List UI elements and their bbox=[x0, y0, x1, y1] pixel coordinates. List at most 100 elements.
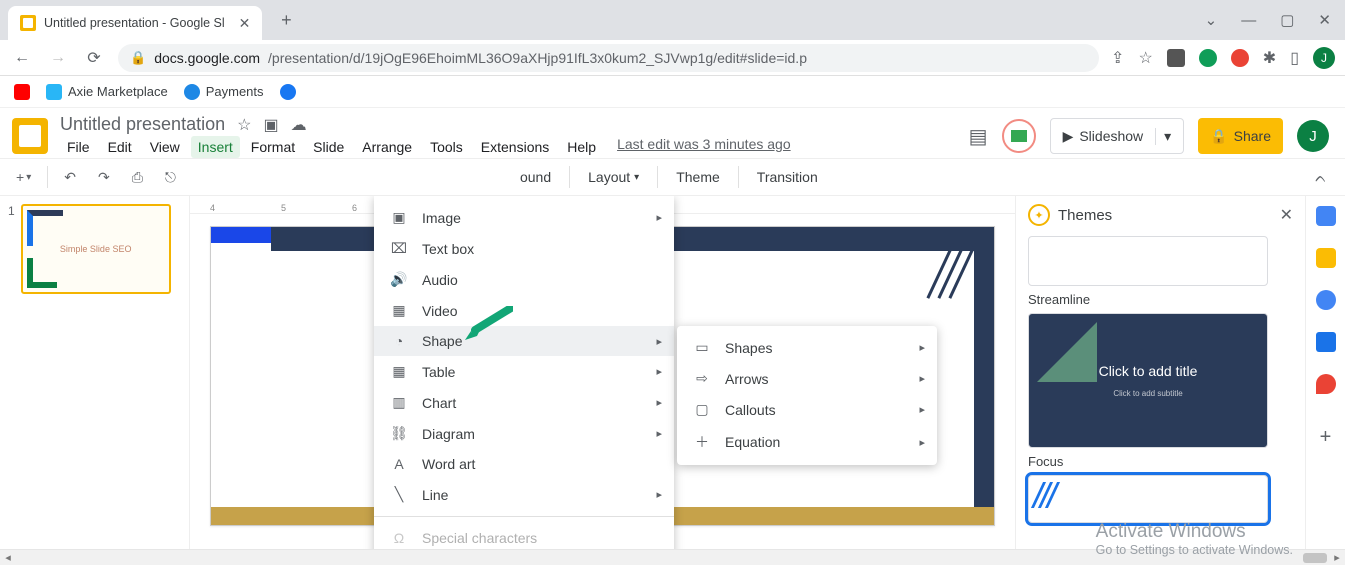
menu-tools[interactable]: Tools bbox=[423, 136, 470, 158]
close-tab-icon[interactable]: ✕ bbox=[239, 15, 251, 32]
slideshow-caret-icon[interactable]: ▾ bbox=[1155, 128, 1171, 145]
comments-icon[interactable]: ▤ bbox=[969, 124, 988, 149]
url-path: /presentation/d/19jOgE96EhoimML36O9aXHjp… bbox=[268, 50, 807, 66]
paint-format-button[interactable]: ⎋ bbox=[159, 165, 182, 190]
scroll-thumb[interactable] bbox=[1303, 553, 1327, 563]
shape-shapes[interactable]: ▭Shapes▸ bbox=[677, 332, 937, 363]
bookmark-payments-label: Payments bbox=[206, 84, 264, 99]
new-tab-button[interactable]: + bbox=[272, 6, 300, 34]
annotation-arrow-icon bbox=[463, 306, 513, 342]
lock-icon: 🔒 bbox=[130, 50, 146, 66]
slideshow-button[interactable]: ▶ Slideshow ▾ bbox=[1050, 118, 1185, 154]
cloud-icon[interactable]: ☁ bbox=[291, 115, 307, 135]
extension-green-icon[interactable] bbox=[1199, 49, 1217, 67]
undo-button[interactable]: ↶ bbox=[58, 165, 82, 190]
workspace: 1 Simple Slide SEO 4 5 6 7 8 9 ▣Image▸ ⌧… bbox=[0, 196, 1345, 549]
bookmark-axie[interactable]: Axie Marketplace bbox=[46, 84, 168, 100]
toolbar: +▾ ↶ ↷ ⎙ ⎋ ound Layout ▾ Theme Transitio… bbox=[0, 158, 1345, 196]
maximize-icon[interactable]: ▢ bbox=[1280, 11, 1294, 29]
menu-arrange[interactable]: Arrange bbox=[355, 136, 419, 158]
collapse-toolbar-icon[interactable]: ᨈ bbox=[1315, 169, 1327, 186]
add-on-plus-icon[interactable]: + bbox=[1320, 426, 1332, 449]
bookmark-star-icon[interactable]: ☆ bbox=[1138, 48, 1152, 68]
thumb-caption: Simple Slide SEO bbox=[60, 244, 132, 254]
address-bar[interactable]: 🔒 docs.google.com/presentation/d/19jOgE9… bbox=[118, 44, 1099, 72]
back-button[interactable]: ← bbox=[10, 46, 34, 70]
menu-view[interactable]: View bbox=[143, 136, 187, 158]
insert-diagram[interactable]: ⛓Diagram▸ bbox=[374, 418, 674, 449]
maps-icon[interactable] bbox=[1316, 374, 1336, 394]
slides-logo-icon[interactable] bbox=[12, 118, 48, 154]
theme-streamline[interactable]: Click to add title Click to add subtitle bbox=[1028, 313, 1268, 448]
slide-thumbnail-1[interactable]: Simple Slide SEO bbox=[21, 204, 171, 294]
move-icon[interactable]: ▣ bbox=[263, 115, 278, 135]
facebook-icon[interactable] bbox=[280, 84, 296, 100]
insert-line[interactable]: ╲Line▸ bbox=[374, 479, 674, 510]
scroll-right-icon[interactable]: ▸ bbox=[1329, 551, 1345, 564]
print-button[interactable]: ⎙ bbox=[126, 165, 149, 190]
window-chevron-icon[interactable]: ⌄ bbox=[1205, 11, 1218, 29]
thumb-number: 1 bbox=[8, 204, 15, 294]
menu-edit[interactable]: Edit bbox=[101, 136, 139, 158]
reload-button[interactable]: ⟳ bbox=[82, 46, 106, 70]
scroll-left-icon[interactable]: ◂ bbox=[0, 551, 16, 564]
menu-format[interactable]: Format bbox=[244, 136, 302, 158]
shape-arrows[interactable]: ⇨Arrows▸ bbox=[677, 363, 937, 394]
theme-button[interactable]: Theme bbox=[668, 165, 728, 189]
minimize-icon[interactable]: — bbox=[1241, 12, 1256, 29]
bookmark-payments[interactable]: Payments bbox=[184, 84, 264, 100]
menu-help[interactable]: Help bbox=[560, 136, 603, 158]
profile-avatar[interactable]: J bbox=[1297, 120, 1329, 152]
theme-name-streamline: Streamline bbox=[1028, 292, 1293, 307]
share-page-icon[interactable]: ⇪ bbox=[1111, 48, 1124, 68]
contacts-icon[interactable] bbox=[1316, 332, 1336, 352]
reading-list-icon[interactable]: ▯ bbox=[1290, 48, 1299, 68]
insert-wordart[interactable]: AWord art bbox=[374, 449, 674, 479]
axie-icon bbox=[46, 84, 62, 100]
keep-icon[interactable] bbox=[1316, 248, 1336, 268]
tasks-icon[interactable] bbox=[1316, 290, 1336, 310]
new-slide-button[interactable]: +▾ bbox=[10, 165, 37, 189]
layout-dropdown[interactable]: Layout ▾ bbox=[580, 165, 647, 189]
insert-video[interactable]: ▦Video bbox=[374, 295, 674, 326]
extensions-puzzle-icon[interactable]: ✱ bbox=[1263, 48, 1276, 68]
profile-avatar-small[interactable]: J bbox=[1313, 47, 1335, 69]
calendar-icon[interactable] bbox=[1316, 206, 1336, 226]
transition-button[interactable]: Transition bbox=[749, 165, 826, 189]
insert-textbox[interactable]: ⌧Text box bbox=[374, 233, 674, 264]
table-icon: ▦ bbox=[390, 363, 408, 380]
menu-extensions[interactable]: Extensions bbox=[474, 136, 556, 158]
shape-callouts[interactable]: ▢Callouts▸ bbox=[677, 394, 937, 425]
insert-audio[interactable]: 🔊Audio bbox=[374, 264, 674, 295]
close-panel-icon[interactable]: ✕ bbox=[1280, 205, 1293, 225]
theme-sub-text: Click to add subtitle bbox=[1113, 389, 1182, 398]
theme-focus[interactable] bbox=[1028, 475, 1268, 523]
extension-red-icon[interactable] bbox=[1231, 49, 1249, 67]
menu-slide[interactable]: Slide bbox=[306, 136, 351, 158]
menu-file[interactable]: File bbox=[60, 136, 97, 158]
redo-button[interactable]: ↷ bbox=[92, 165, 116, 190]
forward-button[interactable]: → bbox=[46, 46, 70, 70]
doc-title[interactable]: Untitled presentation bbox=[60, 114, 225, 135]
last-edit-link[interactable]: Last edit was 3 minutes ago bbox=[617, 136, 791, 158]
close-window-icon[interactable]: ✕ bbox=[1318, 11, 1331, 29]
youtube-icon[interactable] bbox=[14, 84, 30, 100]
insert-table[interactable]: ▦Table▸ bbox=[374, 356, 674, 387]
background-button[interactable]: ound bbox=[512, 165, 559, 189]
insert-shape[interactable]: ◔Shape▸ bbox=[374, 326, 674, 356]
extension-m-icon[interactable] bbox=[1167, 49, 1185, 67]
insert-special-chars: ΩSpecial characters bbox=[374, 523, 674, 549]
insert-menu-dropdown: ▣Image▸ ⌧Text box 🔊Audio ▦Video ◔Shape▸ … bbox=[374, 196, 674, 549]
callouts-icon: ▢ bbox=[693, 401, 711, 418]
ruler-mark: 6 bbox=[352, 203, 357, 213]
share-button[interactable]: 🔒 Share bbox=[1198, 118, 1283, 154]
meet-icon[interactable] bbox=[1002, 119, 1036, 153]
star-icon[interactable]: ☆ bbox=[237, 115, 251, 135]
browser-tab[interactable]: Untitled presentation - Google Sl ✕ bbox=[8, 6, 262, 40]
menu-insert[interactable]: Insert bbox=[191, 136, 240, 158]
theme-prev-partial[interactable] bbox=[1028, 236, 1268, 286]
insert-image[interactable]: ▣Image▸ bbox=[374, 202, 674, 233]
insert-chart[interactable]: ▥Chart▸ bbox=[374, 387, 674, 418]
bookmarks-bar: Axie Marketplace Payments bbox=[0, 76, 1345, 108]
shape-equation[interactable]: ＋Equation▸ bbox=[677, 425, 937, 459]
